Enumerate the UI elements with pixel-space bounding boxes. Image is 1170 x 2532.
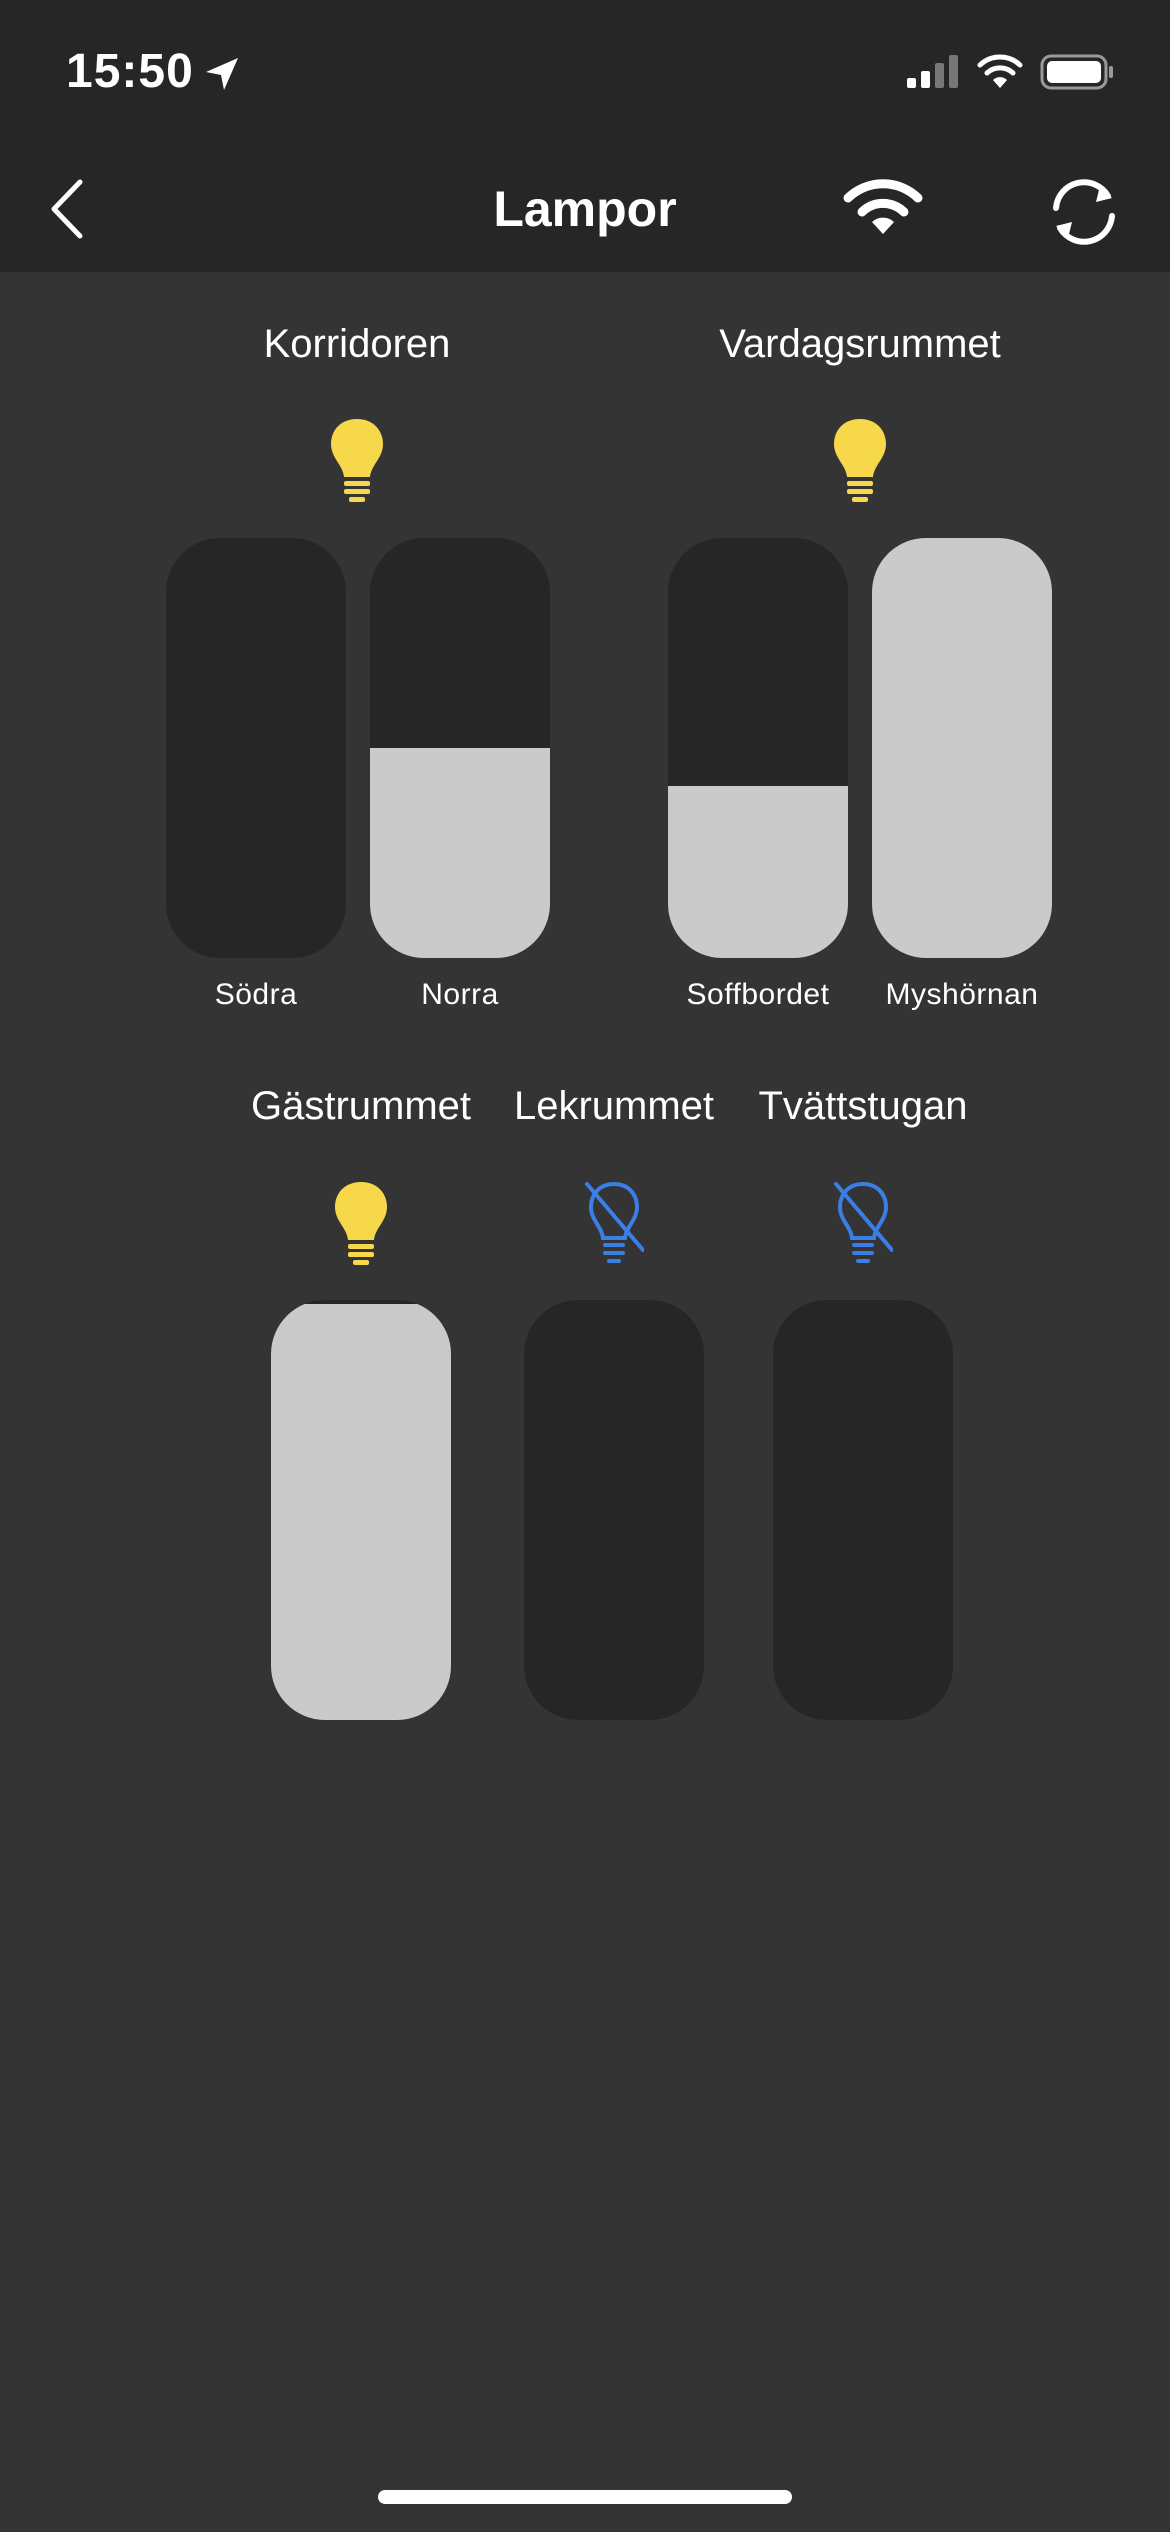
location-arrow-icon bbox=[206, 58, 238, 90]
slider-fill bbox=[271, 1304, 451, 1720]
group-title-korridoren: Korridoren bbox=[263, 322, 451, 366]
slider-label-norra: Norra bbox=[421, 978, 499, 1011]
group-title-gastrummet: Gästrummet bbox=[250, 1084, 472, 1128]
slider-label-myshornan: Myshörnan bbox=[885, 978, 1039, 1011]
slider-fill bbox=[668, 785, 848, 958]
cellular-signal-icon bbox=[907, 55, 958, 88]
refresh-button[interactable] bbox=[1040, 168, 1128, 256]
slider-fill bbox=[370, 748, 550, 958]
page-title: Lampor bbox=[493, 181, 677, 237]
group-title-lekrummet: Lekrummet bbox=[513, 1084, 715, 1128]
nav-bar: Lampor bbox=[0, 150, 1170, 272]
slider-tvattstugan[interactable] bbox=[773, 1300, 953, 1720]
bulb-on-icon[interactable] bbox=[327, 415, 387, 503]
slider-gastrummet[interactable] bbox=[271, 1300, 451, 1720]
slider-label-soffbordet: Soffbordet bbox=[686, 978, 830, 1011]
wifi-status-icon bbox=[977, 54, 1023, 88]
slider-norra[interactable] bbox=[370, 538, 550, 958]
status-bar: 15:50 bbox=[0, 0, 1170, 150]
wifi-button[interactable] bbox=[838, 172, 928, 252]
home-indicator bbox=[378, 2490, 792, 2504]
bulb-off-icon[interactable] bbox=[833, 1178, 893, 1266]
battery-icon bbox=[1040, 54, 1113, 90]
slider-myshornan[interactable] bbox=[872, 538, 1052, 958]
slider-sodra[interactable] bbox=[166, 538, 346, 958]
bulb-off-icon[interactable] bbox=[584, 1178, 644, 1266]
slider-label-sodra: Södra bbox=[214, 978, 298, 1011]
group-title-tvattstugan: Tvättstugan bbox=[758, 1084, 968, 1128]
slider-lekrummet[interactable] bbox=[524, 1300, 704, 1720]
status-time: 15:50 bbox=[66, 45, 194, 98]
group-title-vardagsrummet: Vardagsrummet bbox=[719, 322, 1001, 366]
bulb-on-icon[interactable] bbox=[331, 1178, 391, 1266]
slider-fill bbox=[872, 538, 1052, 958]
slider-soffbordet[interactable] bbox=[668, 538, 848, 958]
bulb-on-icon[interactable] bbox=[830, 415, 890, 503]
